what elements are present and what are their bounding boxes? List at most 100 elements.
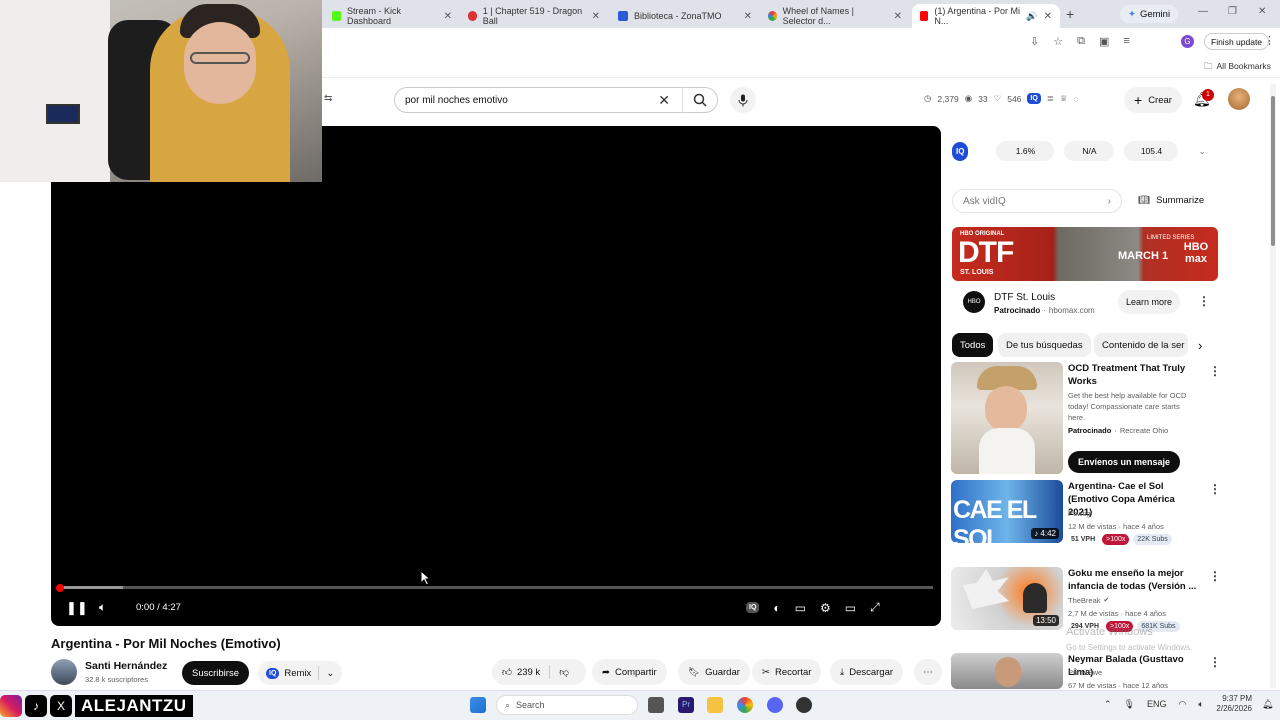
pause-icon[interactable]: ❚❚ [66,600,88,616]
volume-icon[interactable]: 🔈︎ [1198,699,1203,710]
recommendation-thumbnail[interactable]: 13:50 [951,567,1063,630]
sidepanel-icon[interactable]: ▣ [1099,35,1109,48]
recommendation-menu-icon[interactable]: ⋮ [1209,482,1221,496]
vidiq-logo-icon[interactable]: IQ [952,141,969,161]
ad-title[interactable]: DTF St. Louis [994,292,1055,303]
taskbar-search[interactable]: ⌕ Search [496,695,638,715]
recommendation-menu-icon[interactable]: ⋮ [1209,364,1221,378]
summarize-button[interactable]: 📖︎ Summarize [1138,195,1204,206]
channel-avatar[interactable] [51,659,77,685]
close-tab-icon[interactable]: ✕ [744,11,752,22]
maximize-icon[interactable]: ❐ [1228,6,1237,17]
menu-icon[interactable]: ⋮ [1264,34,1275,47]
minimize-icon[interactable]: — [1198,6,1208,17]
new-tab-button[interactable]: + [1066,6,1074,22]
download-button[interactable]: ⤓ Descargar [830,659,904,685]
close-tab-icon[interactable]: ✕ [444,11,452,22]
extensions-icon[interactable]: ⧉ [1077,35,1085,48]
search-icon[interactable] [693,93,707,107]
recommendation-channel[interactable]: PrimeSwe [1068,667,1102,678]
filter-icon[interactable]: ⇆ [324,93,332,104]
clip-button[interactable]: ✂ Recortar [752,659,822,685]
bookmark-star-icon[interactable]: ☆ [1053,35,1063,48]
chevron-right-icon[interactable]: › [1198,338,1202,353]
close-tab-icon[interactable]: ✕ [1044,11,1052,22]
recommendation-menu-icon[interactable]: ⋮ [1209,655,1221,669]
volume-icon[interactable]: 🔈︎ [99,600,106,615]
recommendation-thumbnail[interactable] [951,362,1063,474]
fullscreen-icon[interactable]: ⤢ [870,600,880,615]
advertiser-avatar[interactable]: HBO [963,291,985,313]
chat-icon[interactable]: ◌ [1074,94,1079,104]
scrubber-handle[interactable] [56,584,64,592]
obs-icon[interactable] [796,697,812,713]
video-player[interactable] [51,126,941,626]
subtitles-icon[interactable]: ▭ [795,601,806,615]
channel-name[interactable]: Santi Hernández [85,660,167,672]
thumbs-down-icon[interactable]: 👎︎ [559,666,569,678]
autoplay-toggle-icon[interactable]: ◐ [773,601,780,615]
windows-start-icon[interactable] [470,697,486,713]
clear-search-icon[interactable]: ✕ [658,92,670,109]
wifi-icon[interactable]: ◠ [1179,699,1187,710]
ad-banner-image[interactable]: HBO ORIGINAL DTF ST. LOUIS LIMITED SERIE… [952,227,1218,281]
page-scrollbar[interactable] [1270,84,1276,688]
install-icon[interactable]: ⇩ [1030,35,1039,48]
media-icon[interactable]: ≡ [1123,35,1129,48]
recommendation-channel[interactable]: Powtig [1068,508,1091,519]
send-message-button[interactable]: Envíenos un mensaje [1068,451,1181,473]
finish-update-button[interactable]: Finish update [1204,33,1270,50]
create-button[interactable]: + Crear [1124,87,1182,113]
chevron-down-icon[interactable]: ⌄ [326,668,334,679]
tab-wheel-of-names[interactable]: Wheel of Names | Selector d... ✕ [760,4,910,28]
close-tab-icon[interactable]: ✕ [592,11,600,22]
like-count[interactable]: 239 k [517,667,540,678]
tab-youtube-active[interactable]: (1) Argentina - Por Mi N... 🔊 ✕ [912,4,1060,28]
chrome-icon[interactable] [737,697,753,713]
recommendation-title[interactable]: OCD Treatment That Truly Works [1068,362,1198,388]
voice-search-button[interactable] [730,87,756,113]
tab-dragonball[interactable]: 1 | Chapter 519 - Dragon Ball ✕ [460,4,608,28]
recommendation-thumbnail[interactable] [951,653,1063,689]
learn-more-button[interactable]: Learn more [1118,290,1181,314]
task-view-icon[interactable] [648,697,664,713]
thumbs-up-icon[interactable]: 👍︎ [502,666,512,678]
premiere-pro-icon[interactable]: Pr [678,697,694,713]
filter-chip-all[interactable]: Todos [952,333,994,357]
recommendation-channel[interactable]: TheBreak [1068,595,1101,606]
list-icon[interactable]: ≣ [1047,93,1054,104]
chevron-down-icon[interactable]: ⌄ [1198,146,1206,157]
taskbar-clock[interactable]: 9:37 PM 2/26/2026 [1212,694,1252,714]
filter-chip-searches[interactable]: De tus búsquedas [998,333,1091,357]
recommendation-title[interactable]: Goku me enseño la mejor infancia de toda… [1068,567,1198,593]
all-bookmarks-button[interactable]: 🗀 All Bookmarks [1204,61,1271,75]
language-indicator[interactable]: ENG [1147,699,1167,710]
remix-button[interactable]: IQ Remix ⌄ [258,661,343,685]
profile-avatar[interactable]: G [1181,35,1194,48]
more-actions-button[interactable]: ⋯ [914,659,942,685]
recommendation-menu-icon[interactable]: ⋮ [1209,569,1221,583]
recommendation-thumbnail[interactable]: CAE EL SOL ♪ 4:42 [951,480,1063,543]
subscribe-button[interactable]: Suscribirse [182,661,249,685]
gemini-button[interactable]: ✦ Gemini [1120,5,1179,23]
settings-gear-icon[interactable]: ⚙ [820,601,831,615]
ad-menu-icon[interactable]: ⋮ [1198,294,1210,308]
notification-center-icon[interactable]: 🔔︎ [1262,699,1273,710]
file-explorer-icon[interactable] [707,697,723,713]
close-window-icon[interactable]: ✕ [1258,6,1266,17]
theater-mode-icon[interactable]: ▭ [845,601,856,615]
vidiq-player-icon[interactable]: IQ [746,602,760,613]
chevron-right-icon[interactable]: › [1108,196,1111,207]
search-input[interactable]: por mil noches emotivo [405,95,658,106]
close-tab-icon[interactable]: ✕ [894,11,902,22]
discord-icon[interactable] [767,697,783,713]
tray-mic-icon[interactable]: 🎙︎ [1124,699,1135,710]
save-button[interactable]: 🔖︎ Guardar [678,659,750,685]
ask-vidiq-input[interactable]: Ask vidIQ › [952,189,1122,213]
search-box[interactable]: por mil noches emotivo ✕ [394,87,718,113]
tray-chevron-icon[interactable]: ⌃ [1104,699,1112,710]
account-avatar[interactable] [1228,88,1250,110]
trophy-icon[interactable]: ♕ [1060,93,1068,104]
tab-zonatmo[interactable]: Biblioteca - ZonaTMO ✕ [610,4,760,28]
tab-kick[interactable]: Stream - Kick Dashboard ✕ [324,4,460,28]
